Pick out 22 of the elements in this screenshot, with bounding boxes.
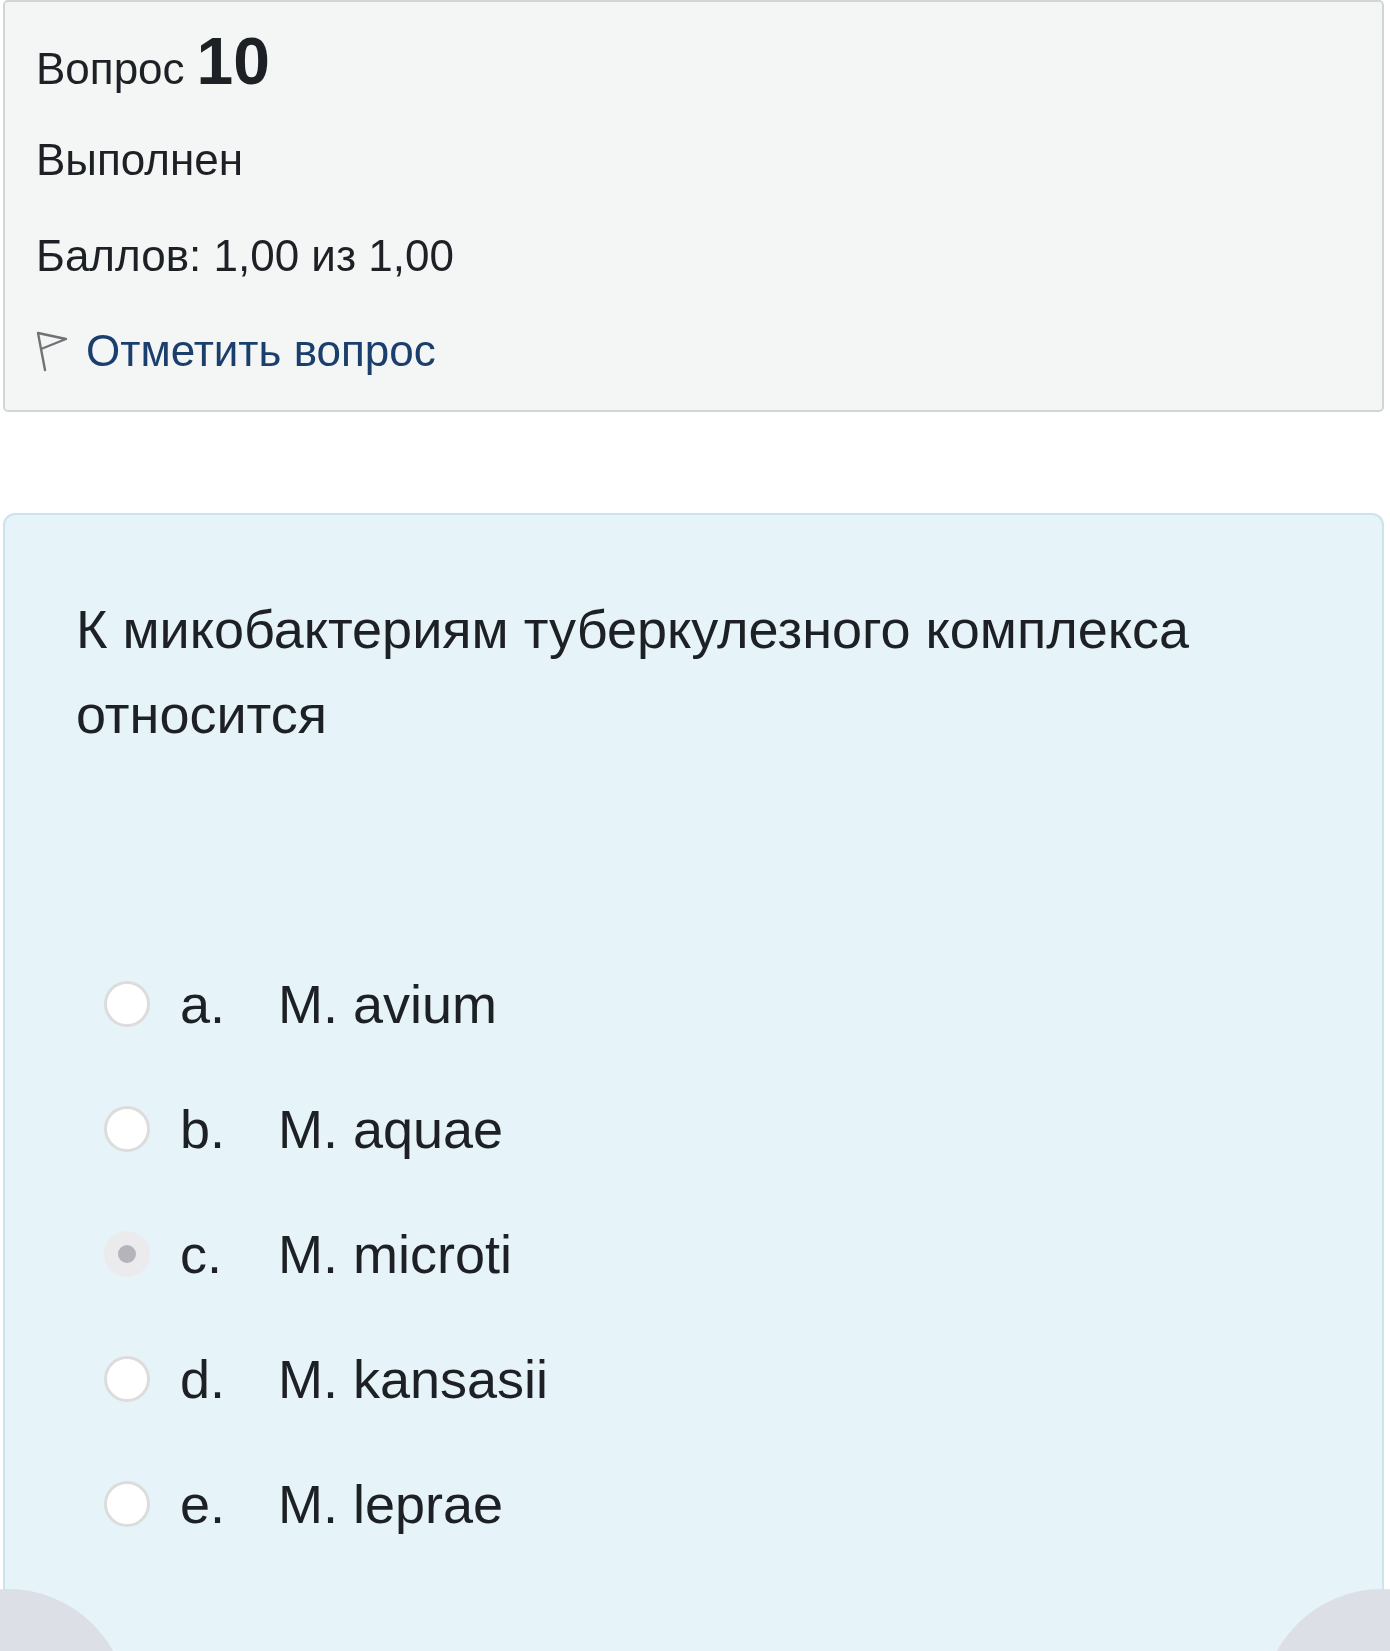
option-letter: a. xyxy=(180,973,227,1036)
radio-button[interactable] xyxy=(104,1481,150,1527)
question-label: Вопрос xyxy=(36,47,185,91)
option-text[interactable]: M. avium xyxy=(278,969,498,1039)
option-letter: e. xyxy=(180,1473,227,1536)
status-text: Выполнен xyxy=(36,134,244,186)
flag-question-link[interactable]: Отметить вопрос xyxy=(86,325,436,377)
question-text: К микобактериям туберкулезного комплекса относится xyxy=(76,598,1190,746)
radio-button[interactable] xyxy=(104,1106,150,1152)
flag-icon xyxy=(36,330,68,372)
grade-text: Баллов: 1,00 из 1,00 xyxy=(36,230,454,282)
option-letter: d. xyxy=(180,1348,227,1411)
option-text[interactable]: M. kansasii xyxy=(278,1344,549,1414)
option-letter: b. xyxy=(180,1098,227,1161)
radio-button[interactable] xyxy=(104,1231,150,1277)
radio-button[interactable] xyxy=(104,981,150,1027)
option-text[interactable]: M. leprae xyxy=(278,1469,504,1539)
radio-button[interactable] xyxy=(104,1356,150,1402)
option-text[interactable]: M. aquae xyxy=(278,1094,504,1164)
question-number: 10 xyxy=(196,28,270,94)
option-letter: c. xyxy=(180,1223,223,1286)
option-text[interactable]: M. microti xyxy=(278,1219,512,1289)
